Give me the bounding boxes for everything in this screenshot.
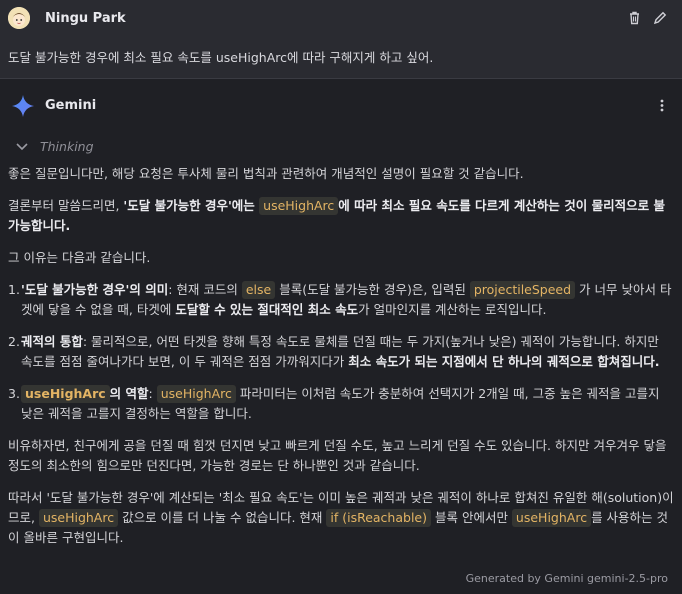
generated-by-footer: Generated by Gemini gemini-2.5-pro: [465, 572, 668, 585]
inline-code: useHighArc: [511, 509, 592, 527]
user-message-block: Ningu Park 도달 불가능한 경우에 최소 필요 속도를 useHigh…: [0, 0, 682, 79]
text: 가 얼마인지를 계산하는 로직입니다.: [358, 302, 547, 317]
response-paragraph-1: 좋은 질문입니다만, 해당 요청은 투사체 물리 법칙과 관련하여 개념적인 설…: [8, 166, 524, 181]
inline-code: useHighArc: [21, 385, 110, 403]
list-number: 3.: [8, 386, 20, 401]
bold-text: 최소 속도가 되는 지점에서 단 하나의 궤적으로 합쳐집니다.: [348, 354, 660, 369]
user-message-text: 도달 불가능한 경우에 최소 필요 속도를 useHighArc에 따라 구해지…: [8, 50, 434, 65]
list-item: 2. 궤적의 통합: 물리적으로, 어떤 타겟을 향해 특정 속도로 물체를 던…: [8, 332, 674, 372]
text: : 현재 코드의: [168, 282, 242, 297]
chevron-down-icon: [16, 139, 28, 154]
bold-text: 궤적의 통합: [21, 334, 83, 349]
inline-code: useHighArc: [38, 509, 119, 527]
text: 블록(도달 불가능한 경우)은, 입력된: [275, 282, 470, 297]
response-paragraph-3: 그 이유는 다음과 같습니다.: [8, 250, 151, 265]
text: :: [148, 386, 157, 401]
assistant-name: Gemini: [45, 98, 97, 113]
user-avatar: [8, 7, 30, 29]
inline-code: else: [241, 281, 276, 299]
user-name: Ningu Park: [45, 10, 126, 26]
trash-icon[interactable]: [626, 10, 642, 26]
inline-code: useHighArc: [259, 197, 339, 215]
gemini-sparkle-icon: [12, 95, 34, 120]
response-paragraph-4: 비유하자면, 친구에게 공을 던질 때 힘껏 던지면 낮고 빠르게 던질 수도,…: [8, 438, 667, 473]
response-paragraph-2: 결론부터 말씀드리면, '도달 불가능한 경우'에는 useHighArc 에 따…: [8, 196, 674, 236]
list-number: 2.: [8, 334, 20, 349]
pencil-icon[interactable]: [652, 10, 668, 26]
text: 결론부터 말씀드리면,: [8, 198, 124, 213]
bold-text: 도달할 수 있는 절대적인 최소 속도: [175, 302, 359, 317]
thinking-label: Thinking: [40, 139, 94, 154]
list-item: 1. '도달 불가능한 경우'의 의미: 현재 코드의 else 블록(도달 불…: [8, 280, 674, 320]
user-header: Ningu Park: [8, 7, 668, 29]
assistant-header: Gemini: [0, 79, 682, 131]
thinking-toggle[interactable]: Thinking: [0, 131, 682, 161]
list-item: 3. useHighArc 의 역할: useHighArc 파라미터는 이처럼 …: [8, 384, 674, 424]
assistant-response: 좋은 질문입니다만, 해당 요청은 투사체 물리 법칙과 관련하여 개념적인 설…: [0, 164, 682, 548]
inline-code: projectileSpeed: [469, 281, 576, 299]
text: 값으로 이를 더 나눌 수 없습니다. 현재: [118, 510, 327, 525]
more-options-icon[interactable]: [660, 99, 664, 115]
bold-text: 의 역할: [109, 386, 149, 401]
response-paragraph-5: 따라서 '도달 불가능한 경우'에 계산되는 '최소 필요 속도'는 이미 높은…: [8, 488, 674, 548]
inline-code: useHighArc: [156, 385, 236, 403]
reason-list: 1. '도달 불가능한 경우'의 의미: 현재 코드의 else 블록(도달 불…: [8, 280, 674, 424]
inline-code: if (isReachable): [326, 509, 431, 527]
text: 블록 안에서만: [431, 510, 512, 525]
bold-text: '도달 불가능한 경우'에는: [123, 198, 260, 213]
list-number: 1.: [8, 282, 20, 297]
bold-text: '도달 불가능한 경우'의 의미: [21, 282, 169, 297]
